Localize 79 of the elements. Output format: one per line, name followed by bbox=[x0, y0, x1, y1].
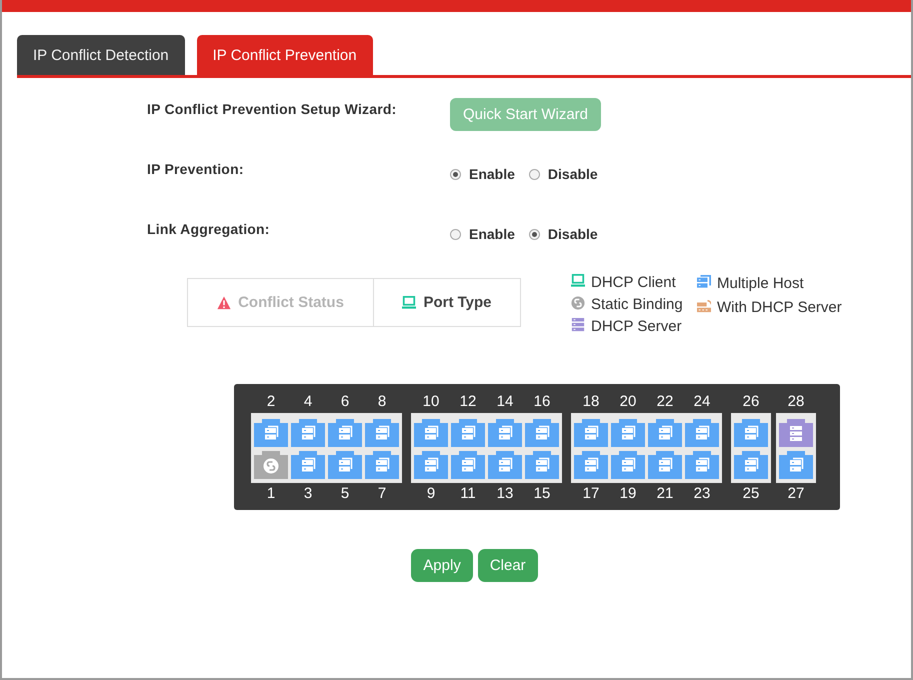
setting-label: Link Aggregation: bbox=[147, 220, 271, 237]
port-number: 3 bbox=[302, 484, 314, 504]
port-icon[interactable] bbox=[488, 451, 522, 479]
warning-icon bbox=[217, 296, 232, 310]
port-number: 1 bbox=[266, 484, 276, 504]
radio-button[interactable] bbox=[528, 168, 540, 180]
port-icon[interactable] bbox=[254, 419, 288, 447]
port-number: 27 bbox=[786, 484, 806, 504]
port-icon[interactable] bbox=[291, 451, 325, 479]
port-icon[interactable] bbox=[291, 419, 325, 447]
setting-label: IP Prevention: bbox=[147, 160, 245, 177]
port-number: 26 bbox=[742, 392, 760, 412]
monitor-icon bbox=[402, 296, 416, 310]
port-number: 23 bbox=[692, 484, 712, 504]
port-number: 2 bbox=[266, 392, 276, 412]
radio-label: Enable bbox=[469, 166, 515, 182]
port-icon[interactable] bbox=[648, 451, 682, 479]
port-icon[interactable] bbox=[685, 419, 719, 447]
port-number: 6 bbox=[340, 392, 350, 412]
port-number: 12 bbox=[458, 392, 478, 412]
port-icon[interactable] bbox=[525, 451, 559, 479]
port-number: 28 bbox=[786, 392, 806, 412]
port-icon[interactable] bbox=[488, 419, 522, 447]
port-number: 11 bbox=[459, 484, 477, 504]
port-icon[interactable] bbox=[734, 451, 768, 479]
radio-button[interactable] bbox=[450, 168, 461, 180]
port-icon[interactable] bbox=[779, 451, 813, 479]
port-number: 20 bbox=[618, 392, 638, 412]
port-number: 4 bbox=[302, 392, 314, 412]
port-number: 9 bbox=[426, 484, 436, 504]
port-icon[interactable] bbox=[414, 451, 448, 479]
action-button[interactable]: Clear bbox=[478, 549, 538, 582]
port-number: 19 bbox=[618, 484, 638, 504]
port-number: 13 bbox=[496, 484, 514, 504]
tab[interactable]: IP Conflict Detection bbox=[17, 35, 185, 75]
port-icon[interactable] bbox=[734, 419, 768, 447]
port-number: 14 bbox=[496, 392, 514, 412]
port-number: 25 bbox=[742, 484, 760, 504]
port-number: 17 bbox=[582, 484, 600, 504]
radio-button[interactable] bbox=[450, 228, 461, 240]
port-icon[interactable] bbox=[779, 419, 813, 447]
radio-button[interactable] bbox=[528, 228, 540, 240]
port-number: 16 bbox=[532, 392, 552, 412]
port-icon[interactable] bbox=[365, 451, 399, 479]
legend-item: Multiple Host bbox=[697, 272, 842, 296]
setting-label: IP Conflict Prevention Setup Wizard: bbox=[147, 100, 398, 117]
port-icon[interactable] bbox=[254, 451, 288, 479]
legend-item: With DHCP Server bbox=[697, 296, 842, 320]
port-number: 22 bbox=[656, 392, 674, 412]
radio-label: Disable bbox=[548, 226, 598, 242]
port-icon[interactable] bbox=[451, 451, 485, 479]
port-icon[interactable] bbox=[414, 419, 448, 447]
port-number: 10 bbox=[422, 392, 440, 412]
port-number: 5 bbox=[340, 484, 350, 504]
port-icon[interactable] bbox=[574, 419, 608, 447]
port-number: 18 bbox=[582, 392, 600, 412]
action-button[interactable]: Apply bbox=[411, 549, 473, 582]
port-icon[interactable] bbox=[328, 451, 362, 479]
radio-label: Disable bbox=[548, 166, 598, 182]
port-icon[interactable] bbox=[648, 419, 682, 447]
port-icon[interactable] bbox=[525, 419, 559, 447]
tab[interactable]: IP Conflict Prevention bbox=[196, 35, 373, 75]
port-icon[interactable] bbox=[611, 451, 645, 479]
port-icon[interactable] bbox=[574, 451, 608, 479]
port-number: 7 bbox=[376, 484, 388, 504]
wizard-button[interactable]: Quick Start Wizard bbox=[450, 98, 602, 131]
port-number: 21 bbox=[656, 484, 674, 504]
port-number: 8 bbox=[376, 392, 388, 412]
port-icon[interactable] bbox=[365, 419, 399, 447]
port-icon[interactable] bbox=[685, 451, 719, 479]
port-icon[interactable] bbox=[611, 419, 645, 447]
port-icon[interactable] bbox=[328, 419, 362, 447]
port-number: 15 bbox=[532, 484, 552, 504]
legend-item: Static Binding bbox=[571, 294, 687, 316]
port-icon[interactable] bbox=[451, 419, 485, 447]
port-number: 24 bbox=[692, 392, 712, 412]
legend-item: DHCP Client bbox=[571, 272, 687, 294]
legend-item: DHCP Server bbox=[571, 316, 687, 338]
radio-label: Enable bbox=[469, 226, 515, 242]
